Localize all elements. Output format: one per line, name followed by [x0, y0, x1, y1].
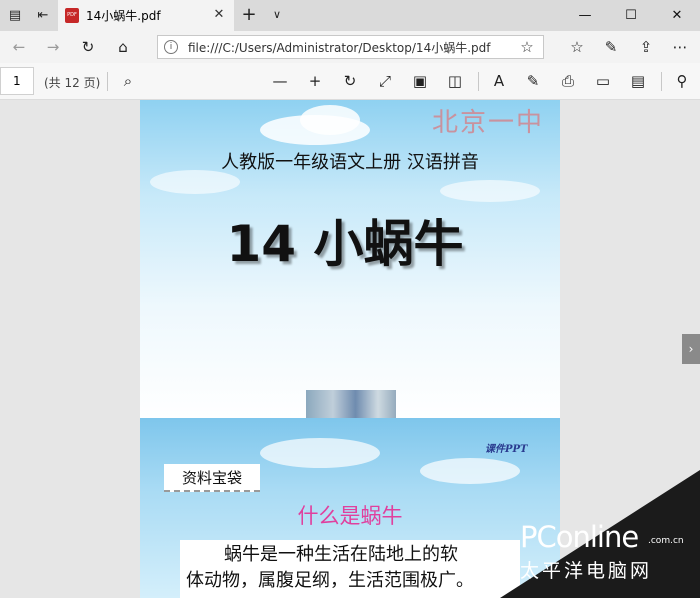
address-bar[interactable]: i file:///C:/Users/Administrator/Desktop…: [157, 35, 544, 59]
title-bar: ▤ ⇤ 14小蜗牛.pdf ✕ + ∨ — ☐ ✕: [0, 0, 700, 31]
pen-icon[interactable]: ✎: [601, 37, 621, 57]
save-as-icon[interactable]: ▤: [628, 71, 648, 91]
fullscreen-icon[interactable]: ▣: [410, 71, 430, 91]
divider: [478, 72, 479, 91]
page-view-icon[interactable]: ◫: [445, 71, 465, 91]
save-icon[interactable]: ▭: [593, 71, 613, 91]
print-icon[interactable]: ⎙: [558, 71, 578, 91]
set-aside-tabs-icon[interactable]: ⇤: [34, 7, 52, 25]
question-heading: 什么是蜗牛: [297, 504, 403, 528]
watermark-text: 北京一中: [432, 108, 545, 138]
rotate-icon[interactable]: ↻: [340, 71, 360, 91]
tab-title: 14小蜗牛.pdf: [86, 9, 161, 23]
pdf-file-icon: [65, 8, 79, 23]
search-icon[interactable]: ⌕: [118, 71, 138, 91]
zoom-in-icon[interactable]: +: [305, 71, 325, 91]
chevron-right-icon[interactable]: ›: [682, 334, 700, 364]
close-window-icon[interactable]: ✕: [654, 0, 700, 31]
site-logo-cn: 太平洋电脑网: [520, 560, 653, 582]
zoom-out-icon[interactable]: —: [270, 71, 290, 91]
url-text[interactable]: file:///C:/Users/Administrator/Desktop/1…: [188, 39, 490, 56]
credit-text: 课件PPT: [485, 444, 528, 455]
read-aloud-icon[interactable]: A: [489, 71, 509, 91]
site-logo-domain: .com.cn: [648, 536, 684, 546]
minimize-icon[interactable]: —: [562, 0, 608, 31]
cloud-decoration: [440, 180, 540, 202]
slide-info: 课件PPT 资料宝袋 什么是蜗牛 蜗牛是一种生活在陆地上的软 体动物，属腹足纲，…: [140, 418, 560, 598]
body-text: 蜗牛是一种生活在陆地上的软 体动物，属腹足纲，生活范围极广。: [180, 540, 520, 598]
chevron-down-icon[interactable]: ∨: [268, 6, 286, 24]
refresh-icon[interactable]: ↻: [78, 37, 98, 57]
pin-icon[interactable]: ⚲: [672, 71, 692, 91]
share-icon[interactable]: ⇪: [636, 37, 656, 57]
more-icon[interactable]: ⋯: [670, 37, 690, 57]
body-line: 体动物，属腹足纲，生活范围极广。: [186, 570, 474, 591]
pdf-toolbar: 1 (共 12 页) ⌕ — + ↻ ⤢ ▣ ◫ A ✎ ⎙ ▭ ▤ ⚲: [0, 63, 700, 100]
home-icon[interactable]: ⌂: [113, 37, 133, 57]
info-icon[interactable]: i: [164, 40, 178, 54]
slide-subtitle: 人教版一年级语文上册 汉语拼音: [221, 152, 479, 173]
tab-active[interactable]: 14小蜗牛.pdf ✕: [58, 0, 234, 31]
slide-title: 北京一中 人教版一年级语文上册 汉语拼音 14 小蜗牛: [140, 100, 560, 418]
maximize-icon[interactable]: ☐: [608, 0, 654, 31]
close-icon[interactable]: ✕: [210, 6, 228, 24]
site-logo: PConline: [520, 520, 639, 554]
star-icon[interactable]: ☆: [518, 38, 536, 56]
divider: [661, 72, 662, 91]
draw-icon[interactable]: ✎: [523, 71, 543, 91]
fit-icon[interactable]: ⤢: [375, 71, 395, 91]
pdf-page: 北京一中 人教版一年级语文上册 汉语拼音 14 小蜗牛 课件PPT 资料宝袋 什…: [140, 100, 560, 598]
divider: [107, 72, 108, 91]
cloud-decoration: [260, 438, 380, 468]
cloud-decoration: [300, 105, 360, 135]
favorites-icon[interactable]: ☆: [567, 37, 587, 57]
forward-icon[interactable]: →: [43, 37, 63, 57]
navigation-bar: ← → ↻ ⌂ i file:///C:/Users/Administrator…: [0, 31, 700, 63]
slide-title-text: 14 小蜗牛: [226, 215, 464, 273]
tab-preview-icon[interactable]: ▤: [6, 7, 24, 25]
page-total: (共 12 页): [44, 76, 101, 90]
section-tag: 资料宝袋: [164, 464, 260, 492]
back-icon[interactable]: ←: [9, 37, 29, 57]
page-number-input[interactable]: 1: [0, 67, 34, 95]
plus-icon[interactable]: +: [240, 6, 258, 24]
body-line: 蜗牛是一种生活在陆地上的软: [224, 544, 458, 565]
